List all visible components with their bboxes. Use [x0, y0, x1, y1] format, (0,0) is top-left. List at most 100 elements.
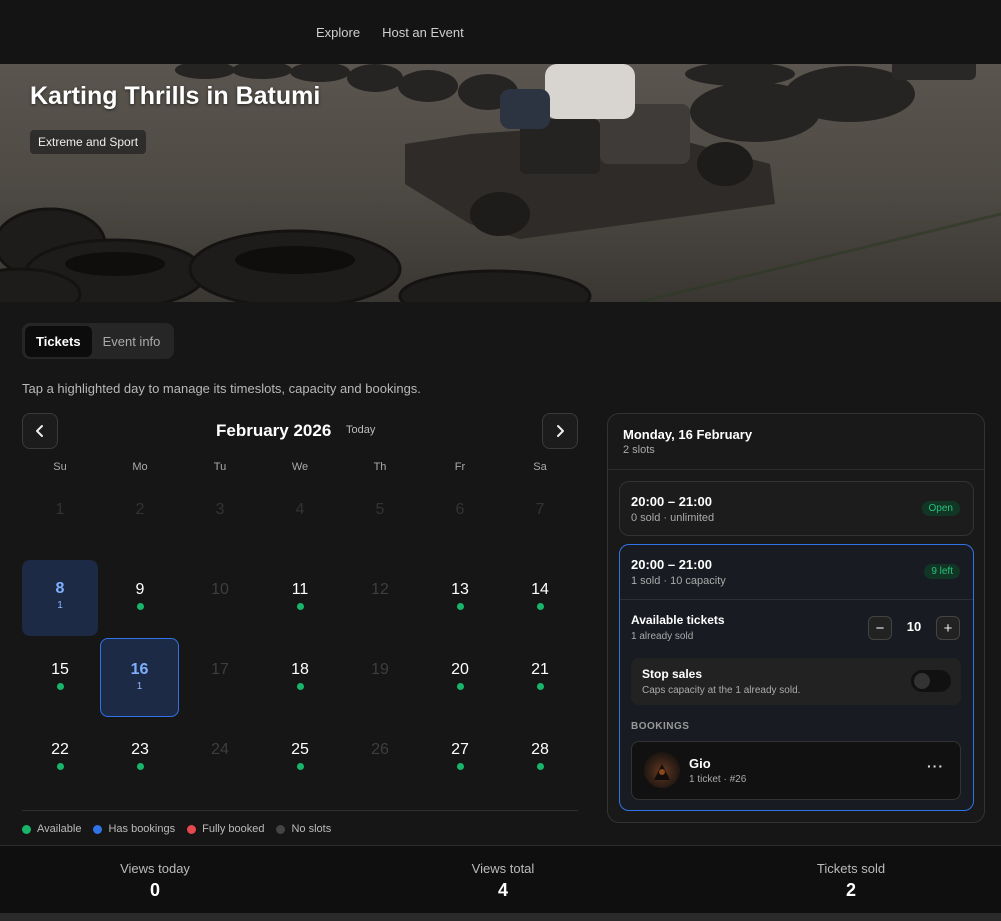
calendar-day-14[interactable]: 14	[502, 560, 578, 636]
legend-item: Has bookings	[93, 823, 175, 835]
day-number: 15	[51, 661, 69, 678]
calendar-day: 7	[502, 480, 578, 556]
day-number: 16	[130, 661, 149, 678]
calendar-day: 1	[22, 480, 98, 556]
day-number: 17	[211, 661, 229, 678]
stat-views-total: Views total 4	[403, 861, 603, 901]
panel-divider	[608, 469, 984, 470]
calendar-day-19: 19	[342, 640, 418, 716]
slot-time: 20:00 – 21:00	[631, 557, 712, 572]
next-month-button[interactable]	[542, 413, 578, 449]
available-dot	[297, 683, 304, 690]
calendar-day-18[interactable]: 18	[262, 640, 338, 716]
available-tickets-label: Available tickets	[631, 613, 725, 627]
slot-summary: 1 sold · 10 capacity	[631, 575, 726, 587]
day-number: 2	[135, 501, 145, 518]
bookings-heading: BOOKINGS	[631, 721, 690, 732]
available-dot	[537, 763, 544, 770]
day-number: 23	[131, 741, 149, 758]
available-dot	[297, 763, 304, 770]
stop-sales-toggle[interactable]	[911, 670, 951, 692]
more-options-icon[interactable]: ···	[927, 758, 944, 774]
prev-month-button[interactable]	[22, 413, 58, 449]
stat-label: Views today	[120, 861, 190, 876]
capacity-value: 10	[906, 619, 922, 634]
stat-views-today: Views today 0	[55, 861, 255, 901]
minus-icon: −	[875, 619, 885, 637]
legend-label: Fully booked	[202, 823, 265, 835]
day-number: 4	[295, 501, 305, 518]
available-dot	[537, 603, 544, 610]
calendar-day: 5	[342, 480, 418, 556]
weekday-label: Fr	[454, 461, 466, 473]
stat-value: 4	[497, 880, 508, 900]
decrease-capacity-button[interactable]: −	[868, 616, 892, 640]
calendar-day-16[interactable]: 16 1	[100, 638, 179, 717]
day-booking-count: 1	[136, 681, 143, 692]
slot-time: 20:00 – 21:00	[631, 494, 712, 509]
tab-bar: Tickets Event info	[22, 323, 175, 359]
weekday-label: Su	[53, 461, 67, 473]
nav-explore-link[interactable]: Explore	[316, 25, 360, 40]
day-number: 1	[55, 501, 65, 518]
calendar-day-28[interactable]: 28	[502, 720, 578, 796]
tab-tickets[interactable]: Tickets	[25, 325, 92, 357]
calendar-legend: Available Has bookings Fully booked No s…	[22, 823, 331, 835]
calendar-day-8[interactable]: 8 1	[22, 560, 98, 636]
available-dot	[457, 683, 464, 690]
timeslot-card[interactable]: 20:00 – 21:00 0 sold · unlimited Open	[619, 481, 974, 536]
available-dot	[537, 683, 544, 690]
day-number: 25	[291, 741, 309, 758]
calendar-hint: Tap a highlighted day to manage its time…	[22, 381, 421, 396]
day-number: 13	[451, 581, 469, 598]
status-badge: 9 left	[924, 564, 960, 579]
day-detail-panel: Monday, 16 February 2 slots 20:00 – 21:0…	[607, 413, 985, 823]
calendar-day-23[interactable]: 23	[102, 720, 178, 796]
calendar-day-13[interactable]: 13	[422, 560, 498, 636]
calendar-day-25[interactable]: 25	[262, 720, 338, 796]
selected-date: Monday, 16 February	[623, 427, 753, 442]
status-badge: Open	[921, 501, 960, 516]
day-number: 11	[291, 581, 309, 598]
calendar-day-15[interactable]: 15	[22, 640, 98, 716]
calendar-day-22[interactable]: 22	[22, 720, 98, 796]
hero-top-overlay	[892, 64, 976, 80]
calendar-day-27[interactable]: 27	[422, 720, 498, 796]
calendar-day: 6	[422, 480, 498, 556]
chevron-left-icon	[36, 425, 43, 437]
top-nav: Explore Host an Event	[0, 0, 1001, 64]
today-button[interactable]: Today	[346, 424, 375, 436]
stat-label: Tickets sold	[816, 861, 886, 876]
booking-row[interactable]: Gio 1 ticket · #26 ···	[631, 741, 961, 800]
tab-event-info[interactable]: Event info	[92, 326, 172, 357]
day-number: 22	[51, 741, 69, 758]
legend-label: No slots	[291, 823, 332, 835]
available-dot	[137, 763, 144, 770]
increase-capacity-button[interactable]: +	[936, 616, 960, 640]
stop-sales-description: Caps capacity at the 1 already sold.	[642, 685, 801, 696]
legend-label: Has bookings	[108, 823, 176, 835]
day-number: 9	[135, 581, 145, 598]
calendar-day-17: 17	[182, 640, 258, 716]
day-number: 21	[531, 661, 549, 678]
available-dot	[57, 763, 64, 770]
available-dot	[57, 683, 64, 690]
weekday-label: Th	[373, 461, 387, 473]
day-number: 8	[55, 580, 65, 597]
has-bookings-dot-icon	[93, 824, 103, 834]
day-number: 6	[455, 501, 465, 518]
day-number: 24	[211, 741, 229, 758]
timeslot-card-selected[interactable]: 20:00 – 21:00 1 sold · 10 capacity 9 lef…	[619, 544, 974, 811]
nav-host-event-link[interactable]: Host an Event	[382, 25, 464, 40]
calendar-day-21[interactable]: 21	[502, 640, 578, 716]
day-booking-count: 1	[57, 600, 63, 611]
calendar-day-9[interactable]: 9	[102, 560, 178, 636]
available-dot	[457, 603, 464, 610]
weekday-label: Mo	[132, 461, 148, 473]
calendar-day: 2	[102, 480, 178, 556]
day-number: 5	[375, 501, 385, 518]
calendar-day-11[interactable]: 11	[262, 560, 338, 636]
calendar-day-20[interactable]: 20	[422, 640, 498, 716]
chevron-right-icon	[557, 425, 564, 437]
booking-name: Gio	[689, 756, 711, 771]
